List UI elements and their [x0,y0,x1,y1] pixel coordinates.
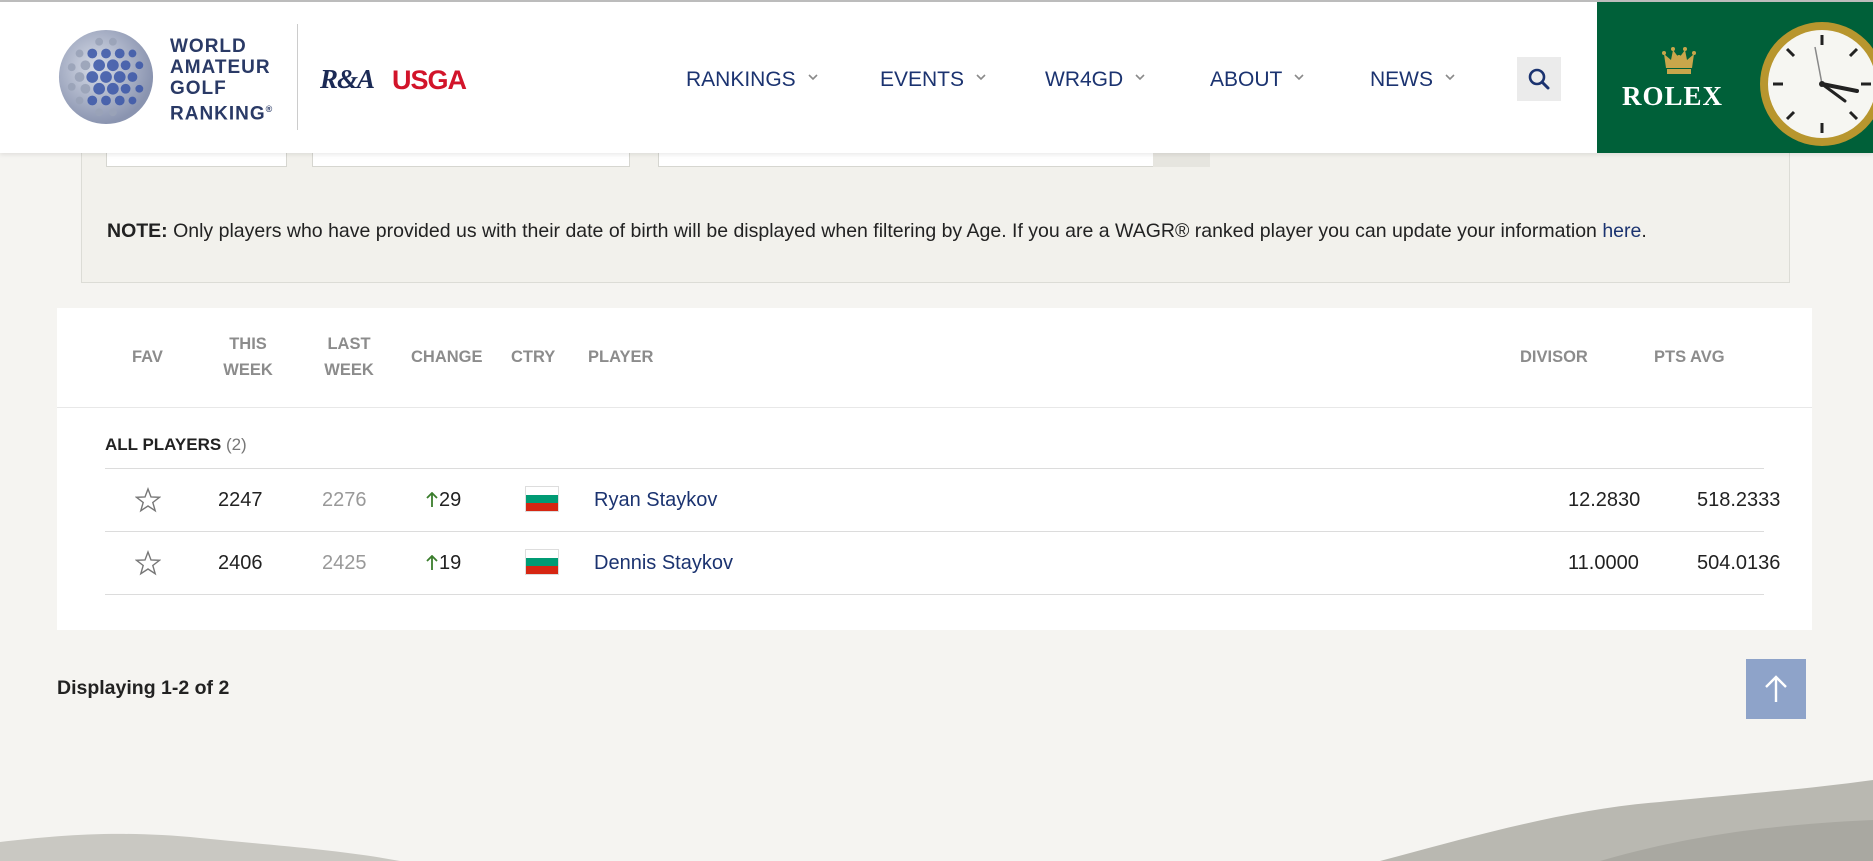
site-header: WORLD AMATEUR GOLF RANKING® R&A USGA RAN… [0,2,1873,153]
arrow-up-icon [426,491,438,507]
divisor-value: 11.0000 [1568,552,1639,574]
logo-line: WORLD [170,36,247,57]
nav-label: NEWS [1370,68,1433,91]
chevron-down-icon [1135,74,1145,81]
landscape-decoration [0,780,1873,861]
logo-divider [297,24,298,130]
table-row: 2247 2276 29 Ryan Staykov 12.2830 518.23… [105,468,1780,531]
note-text: Only players who have provided us with t… [167,220,1603,242]
nav-wr4gd[interactable]: WR4GD [1045,68,1145,92]
age-filter-note: NOTE: Only players who have provided us … [107,220,1647,243]
group-count: (2) [225,435,247,454]
player-rows: 2247 2276 29 Ryan Staykov 12.2830 518.23… [105,468,1780,595]
nav-events[interactable]: EVENTS [880,68,986,92]
nav-label: RANKINGS [686,68,796,91]
table-header: FAV THIS WEEK LAST WEEK CHANGE CTRY PLAY… [57,308,1812,408]
usga-logo[interactable]: USGA [392,65,467,96]
col-pts-avg[interactable]: PTS AVG [1654,344,1725,370]
col-this-week-line2: WEEK [223,361,273,379]
col-last-week-line1: LAST [327,335,371,353]
logo-line: GOLF [170,78,227,99]
player-name-link[interactable]: Ryan Staykov [594,469,717,531]
nav-news[interactable]: NEWS [1370,68,1455,92]
pts-avg-value: 518.2333 [1697,489,1781,511]
favorite-star-icon[interactable] [135,487,161,513]
logo-line: AMATEUR [170,57,271,78]
filter-panel [81,150,1790,283]
note-end: . [1641,220,1647,242]
rolex-sponsor-banner[interactable]: ROLEX [1597,2,1873,153]
chevron-down-icon [808,74,818,81]
nav-rankings[interactable]: RANKINGS [686,68,818,92]
nav-label: WR4GD [1045,68,1124,91]
favorite-star-icon[interactable] [135,550,161,576]
all-players-group: ALL PLAYERS (2) [105,435,247,455]
rank-change-value: 29 [439,489,462,511]
pts-avg-value: 504.0136 [1697,552,1781,574]
divisor-value: 12.2830 [1568,489,1641,511]
last-week-rank: 2276 [322,489,367,511]
rolex-clock-icon [1760,22,1873,146]
chevron-down-icon [976,74,986,81]
group-label: ALL PLAYERS [105,435,222,454]
last-week-rank: 2425 [322,552,367,574]
search-button[interactable] [1517,57,1561,101]
nav-about[interactable]: ABOUT [1210,68,1304,92]
col-this-week-line1: THIS [229,335,267,353]
this-week-rank: 2406 [218,552,263,574]
arrow-up-icon [1765,675,1787,702]
update-info-link[interactable]: here [1602,220,1641,242]
search-icon [1528,68,1550,90]
col-change[interactable]: CHANGE [411,344,483,370]
rank-change: 29 [425,469,461,531]
wagr-logo-text[interactable]: WORLD AMATEUR GOLF RANKING® [170,36,273,124]
table-row: 2406 2425 19 Dennis Staykov 11.0000 504.… [105,531,1780,595]
col-country[interactable]: CTRY [511,344,555,370]
pagination-summary: Displaying 1-2 of 2 [57,677,230,699]
player-name-link[interactable]: Dennis Staykov [594,532,733,594]
logo-line: RANKING® [170,99,273,124]
rolex-crown-icon [1662,47,1696,74]
golf-ball-logo-icon[interactable] [57,28,155,126]
nav-label: ABOUT [1210,68,1283,91]
rolex-wordmark: ROLEX [1622,81,1724,111]
rank-change-value: 19 [439,552,462,574]
ra-logo[interactable]: R&A [320,64,375,95]
col-player[interactable]: PLAYER [588,344,653,370]
bulgaria-flag-icon [525,549,559,575]
nav-label: EVENTS [880,68,965,91]
col-divisor[interactable]: DIVISOR [1520,344,1588,370]
this-week-rank: 2247 [218,489,263,511]
col-last-week[interactable]: LAST WEEK [309,331,389,383]
chevron-down-icon [1445,74,1455,81]
bulgaria-flag-icon [525,486,559,512]
col-this-week[interactable]: THIS WEEK [208,331,288,383]
logo-line-text: RANKING [170,103,266,125]
note-label: NOTE: [107,220,168,242]
rankings-table: FAV THIS WEEK LAST WEEK CHANGE CTRY PLAY… [57,308,1812,630]
rank-change: 19 [425,532,461,594]
col-last-week-line2: WEEK [324,361,374,379]
chevron-down-icon [1294,74,1304,81]
registered-mark: ® [265,104,274,114]
col-fav[interactable]: FAV [132,344,163,370]
arrow-up-icon [426,554,438,570]
back-to-top-button[interactable] [1746,659,1806,719]
